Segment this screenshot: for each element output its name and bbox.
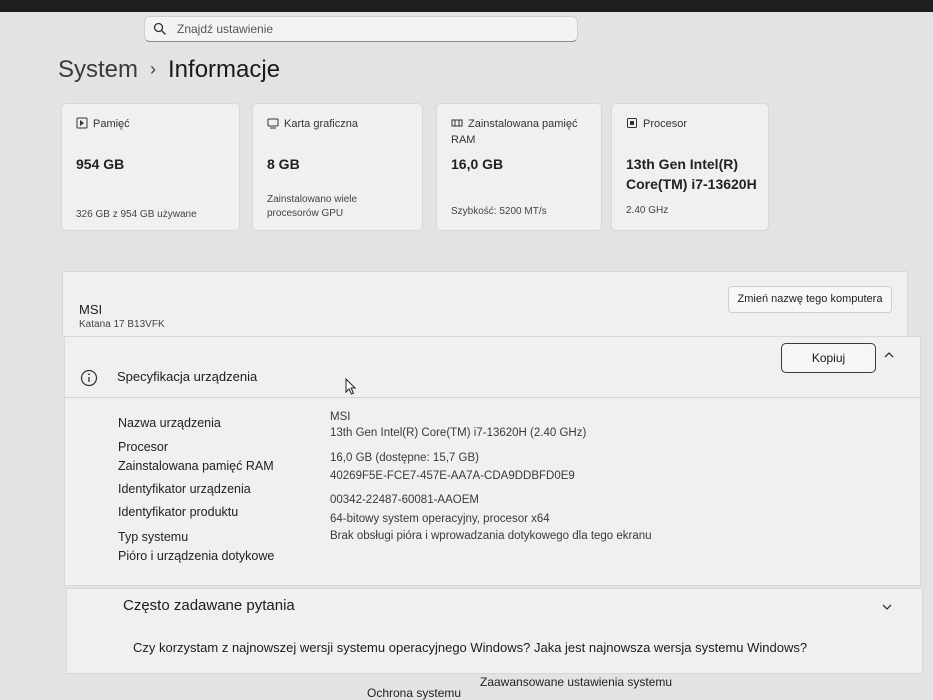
card-gpu-label-text: Karta graficzna — [284, 118, 358, 130]
spec-value-processor: 13th Gen Intel(R) Core(TM) i7-13620H (2.… — [330, 427, 587, 439]
card-storage-label-text: Pamięć — [93, 118, 130, 130]
card-cpu-label: Procesor — [626, 116, 687, 132]
spec-label-ram: Zainstalowana pamięć RAM — [118, 459, 274, 473]
spec-value-system-type: 64-bitowy system operacyjny, procesor x6… — [330, 513, 550, 525]
card-gpu[interactable]: Karta graficzna 8 GB Zainstalowano wiele… — [252, 103, 423, 231]
link-system-protection[interactable]: Ochrona systemu — [367, 686, 461, 700]
gpu-icon — [267, 118, 279, 129]
spec-value-ram: 16,0 GB (dostępne: 15,7 GB) — [330, 452, 479, 464]
card-cpu-sub: 2.40 GHz — [626, 205, 669, 216]
card-gpu-label: Karta graficzna — [267, 116, 358, 132]
faq-title[interactable]: Często zadawane pytania — [123, 597, 295, 614]
card-cpu-value: 13th Gen Intel(R) Core(TM) i7-13620H — [626, 156, 757, 192]
spec-value-product-id: 00342-22487-60081-AAOEM — [330, 494, 479, 506]
card-storage-sub: 326 GB z 954 GB używane — [76, 209, 197, 220]
faq-question[interactable]: Czy korzystam z najnowszej wersji system… — [133, 640, 807, 655]
specs-header[interactable]: Specyfikacja urządzenia — [117, 369, 257, 384]
device-name: MSI — [79, 302, 103, 317]
spec-label-device-name: Nazwa urządzenia — [118, 416, 221, 430]
copy-button[interactable]: Kopiuj — [781, 343, 876, 373]
mouse-cursor-icon — [345, 378, 357, 395]
spec-value-device-id: 40269F5E-FCE7-457E-AA7A-CDA9DDBFD0E9 — [330, 470, 575, 482]
search-input[interactable]: Znajdź ustawienie — [177, 22, 273, 36]
chevron-up-icon[interactable] — [882, 350, 896, 360]
storage-icon — [76, 117, 88, 129]
card-ram-value: 16,0 GB — [451, 156, 504, 172]
search-icon — [153, 22, 166, 35]
breadcrumb-separator: › — [150, 59, 157, 79]
card-storage-label: Pamięć — [76, 116, 130, 132]
ram-icon — [451, 119, 463, 127]
spec-label-product-id: Identyfikator produktu — [118, 505, 239, 519]
card-ram-label-text: Zainstalowana pamięć RAM — [451, 118, 578, 146]
search-box[interactable]: Znajdź ustawienie — [144, 16, 578, 42]
spec-label-processor: Procesor — [118, 440, 169, 454]
card-gpu-value: 8 GB — [267, 156, 300, 172]
card-cpu[interactable]: Procesor 13th Gen Intel(R) Core(TM) i7-1… — [611, 103, 769, 231]
spec-label-device-id: Identyfikator urządzenia — [118, 482, 251, 496]
spec-value-pen-touch: Brak obsługi pióra i wprowadzania dotyko… — [330, 530, 652, 542]
info-icon — [80, 369, 98, 387]
rename-pc-button[interactable]: Zmień nazwę tego komputera — [728, 286, 892, 313]
card-cpu-label-text: Procesor — [643, 118, 688, 130]
chevron-down-icon[interactable] — [880, 602, 894, 612]
card-storage[interactable]: Pamięć 954 GB 326 GB z 954 GB używane — [61, 103, 240, 231]
spec-label-pen-touch: Pióro i urządzenia dotykowe — [118, 549, 275, 563]
spec-label-system-type: Typ systemu — [118, 530, 189, 544]
spec-value-device-name: MSI — [330, 411, 351, 423]
card-storage-value: 954 GB — [76, 156, 125, 172]
breadcrumb-parent[interactable]: System — [58, 56, 138, 83]
card-ram-label: Zainstalowana pamięć RAM — [451, 116, 591, 148]
top-bezel — [0, 0, 933, 12]
device-model: Katana 17 B13VFK — [79, 319, 165, 330]
breadcrumb: System › Informacje — [58, 56, 280, 84]
specs-divider — [64, 397, 921, 398]
cpu-icon — [627, 118, 637, 128]
card-ram-sub: Szybkość: 5200 MT/s — [451, 206, 547, 217]
card-gpu-sub: Zainstalowano wiele procesorów GPU — [267, 194, 358, 219]
link-advanced-settings[interactable]: Zaawansowane ustawienia systemu — [480, 675, 672, 689]
card-ram[interactable]: Zainstalowana pamięć RAM 16,0 GB Szybkoś… — [436, 103, 602, 231]
page-title: Informacje — [168, 56, 281, 83]
